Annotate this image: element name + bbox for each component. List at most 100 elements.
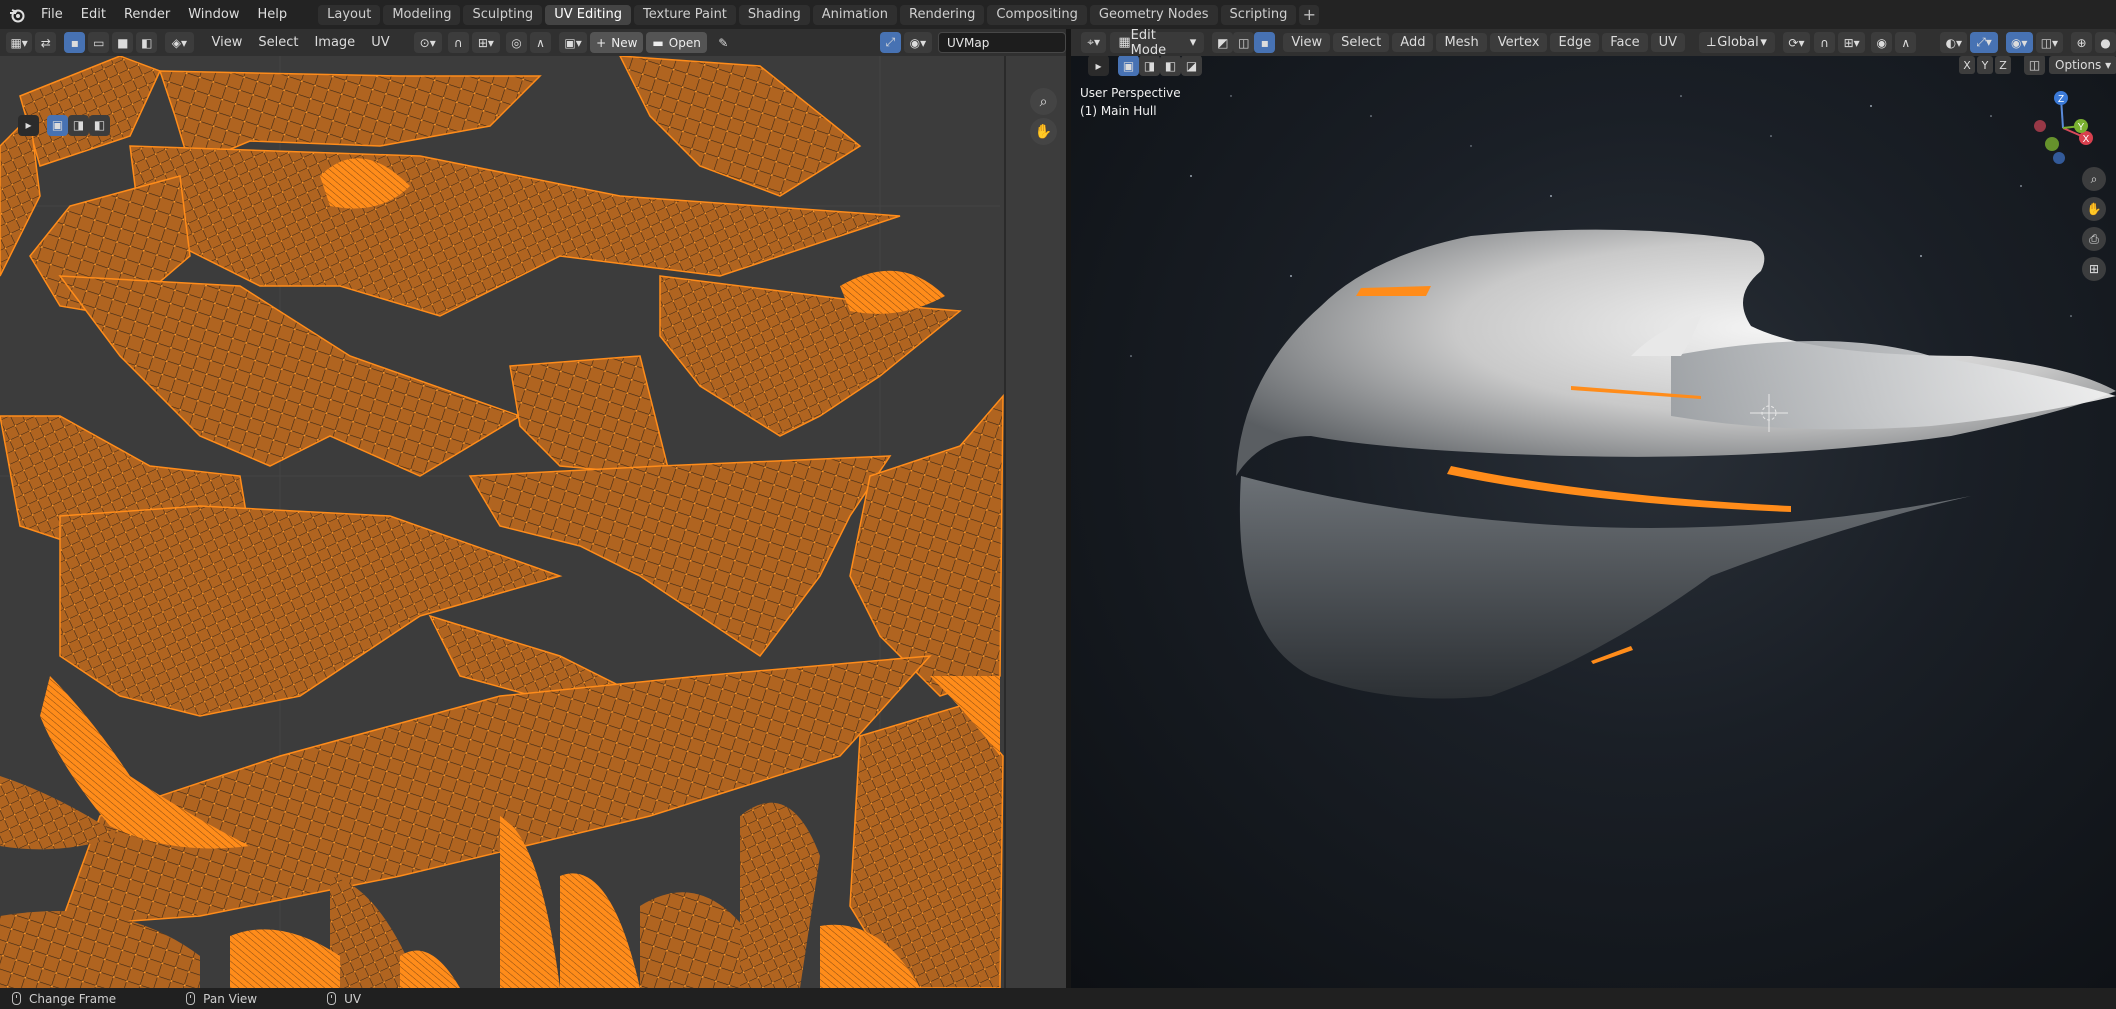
- vp-pan-hand-icon[interactable]: ✋: [2082, 197, 2106, 221]
- xray-icon[interactable]: ◫▾: [2035, 32, 2063, 53]
- vp-select-box-icon[interactable]: ▣: [1118, 56, 1139, 76]
- vp-vertex-select-icon[interactable]: ◩: [1212, 32, 1234, 53]
- sync-selection-icon[interactable]: ⇄: [35, 32, 57, 53]
- vp-select-subtract-icon[interactable]: ◧: [1160, 56, 1181, 76]
- menu-window[interactable]: Window: [179, 4, 248, 25]
- axis-z-button[interactable]: Z: [1995, 56, 2011, 74]
- uv-menu-uv[interactable]: UV: [363, 33, 397, 52]
- status-change-frame-label: Change Frame: [29, 991, 117, 1006]
- tab-layout[interactable]: Layout: [318, 4, 381, 25]
- object-name-label: (1) Main Hull: [1080, 104, 1157, 118]
- tab-texture-paint[interactable]: Texture Paint: [634, 4, 736, 25]
- vp-menu-uv[interactable]: UV: [1650, 33, 1686, 52]
- overlay-toggle-icon[interactable]: ◉▾: [903, 32, 933, 53]
- vp-select-invert-icon[interactable]: ◪: [1181, 56, 1202, 76]
- uv-menu-image[interactable]: Image: [306, 33, 363, 52]
- status-change-frame: Change Frame: [12, 992, 116, 1006]
- tab-uv-editing[interactable]: UV Editing: [545, 4, 632, 25]
- vp-proportional-edit-icon[interactable]: ◉: [1871, 32, 1893, 53]
- menu-render[interactable]: Render: [115, 4, 179, 25]
- pivot-icon[interactable]: ⊙▾: [413, 32, 442, 53]
- vp-menu-edge[interactable]: Edge: [1550, 33, 1600, 52]
- snap-target-icon[interactable]: ⊞▾: [471, 32, 500, 53]
- menu-help[interactable]: Help: [249, 4, 297, 25]
- plus-icon: +: [596, 35, 607, 50]
- vp-snap-icon[interactable]: ∩: [1814, 32, 1836, 53]
- viewport-tool-toggle-icon[interactable]: ▸: [1088, 56, 1109, 76]
- uvmap-field[interactable]: UVMap: [938, 32, 1066, 53]
- vp-menu-face[interactable]: Face: [1602, 33, 1648, 52]
- viewport-header: ⌖▾ ▦ Edit Mode ▾ ◩ ◫ ▪ View Select Add Mes…: [1071, 28, 2116, 58]
- snap-icon[interactable]: ∩: [447, 32, 469, 53]
- vp-menu-add[interactable]: Add: [1392, 33, 1434, 52]
- falloff-icon[interactable]: ∧: [529, 32, 551, 53]
- new-image-button[interactable]: + New: [590, 32, 644, 53]
- uv-menu-view[interactable]: View: [204, 33, 251, 52]
- menu-file[interactable]: File: [32, 4, 72, 25]
- pin-icon[interactable]: ✎: [713, 32, 734, 53]
- proportional-edit-icon[interactable]: ◎: [505, 32, 527, 53]
- navigation-gizmo[interactable]: Z X Y: [2026, 86, 2096, 166]
- uv-menu-select[interactable]: Select: [250, 33, 306, 52]
- viewport-editor-type-icon[interactable]: ⌖▾: [1081, 32, 1107, 53]
- select-extend-icon[interactable]: ◨: [68, 114, 89, 136]
- vp-menu-select[interactable]: Select: [1333, 33, 1390, 52]
- open-image-button[interactable]: ▬ Open: [646, 32, 707, 53]
- vp-zoom-icon[interactable]: ⌕: [2082, 167, 2106, 191]
- editor-type-icon[interactable]: ▦▾: [6, 32, 33, 53]
- uv-editor-canvas[interactable]: ▸ ▣ ◨ ◧ ⌕ ✋: [0, 56, 1066, 988]
- ortho-grid-icon[interactable]: ⊞: [2082, 257, 2106, 281]
- visibility-icon[interactable]: ◐▾: [1940, 32, 1968, 53]
- vp-edge-select-icon[interactable]: ◫: [1233, 32, 1255, 53]
- uv-selection-tools: ▸ ▣ ◨ ◧: [6, 114, 110, 136]
- image-browse-icon[interactable]: ▣▾: [558, 32, 588, 53]
- tab-shading[interactable]: Shading: [738, 4, 810, 25]
- mode-dropdown[interactable]: ▦ Edit Mode ▾: [1110, 28, 1205, 58]
- vp-face-select-icon[interactable]: ▪: [1254, 32, 1276, 53]
- tab-compositing[interactable]: Compositing: [987, 4, 1087, 25]
- menu-edit[interactable]: Edit: [72, 4, 115, 25]
- tool-panel-toggle-icon[interactable]: ▸: [18, 114, 39, 136]
- select-subtract-icon[interactable]: ◧: [89, 114, 110, 136]
- vp-select-extend-icon[interactable]: ◨: [1139, 56, 1160, 76]
- mouse-right-icon: [327, 992, 337, 1005]
- tab-scripting[interactable]: Scripting: [1220, 4, 1297, 25]
- island-select-icon[interactable]: ◧: [136, 32, 158, 53]
- camera-view-icon[interactable]: ⎙: [2082, 227, 2106, 251]
- vp-snap-target-icon[interactable]: ⊞▾: [1838, 32, 1866, 53]
- axis-y-button[interactable]: Y: [1977, 56, 1993, 74]
- vp-menu-view[interactable]: View: [1283, 33, 1331, 52]
- add-workspace-button[interactable]: +: [1299, 4, 1320, 25]
- select-box-icon[interactable]: ▣: [47, 114, 68, 136]
- options-dropdown[interactable]: Options ▾: [2049, 56, 2116, 74]
- edit-mode-icon: ▦: [1118, 35, 1131, 50]
- 3d-viewport[interactable]: User Perspective (1) Main Hull ▸ ▣ ◨ ◧ ◪…: [1071, 56, 2116, 988]
- vp-menu-vertex[interactable]: Vertex: [1489, 33, 1548, 52]
- sticky-selection-icon[interactable]: ◈▾: [165, 32, 194, 53]
- tab-animation[interactable]: Animation: [812, 4, 897, 25]
- solid-shading-icon[interactable]: ●: [2094, 32, 2116, 53]
- vp-menu-mesh[interactable]: Mesh: [1436, 33, 1487, 52]
- wireframe-shading-icon[interactable]: ⊕: [2070, 32, 2092, 53]
- face-select-icon[interactable]: ■: [112, 32, 134, 53]
- tab-modeling[interactable]: Modeling: [383, 4, 461, 25]
- vp-falloff-icon[interactable]: ∧: [1895, 32, 1917, 53]
- axis-x-button[interactable]: X: [1959, 56, 1975, 74]
- transform-orientation-dropdown[interactable]: ⟂ Global ▾: [1699, 32, 1775, 53]
- auto-merge-icon[interactable]: ◫: [2024, 56, 2045, 75]
- tab-geometry-nodes[interactable]: Geometry Nodes: [1089, 4, 1218, 25]
- chevron-down-icon: ▾: [2101, 58, 2112, 72]
- gizmo-toggle-icon[interactable]: ⤢: [879, 32, 901, 53]
- tab-sculpting[interactable]: Sculpting: [463, 4, 543, 25]
- pan-hand-icon[interactable]: ✋: [1030, 118, 1057, 145]
- vp-overlay-toggle-icon[interactable]: ◉▾: [2005, 32, 2033, 53]
- zoom-icon[interactable]: ⌕: [1030, 88, 1057, 115]
- perspective-label: User Perspective: [1080, 86, 1181, 100]
- mirror-axis-buttons: X Y Z: [1959, 56, 2011, 74]
- vp-pivot-icon[interactable]: ⟳▾: [1782, 32, 1811, 53]
- edge-select-icon[interactable]: ▭: [88, 32, 110, 53]
- blender-logo-icon[interactable]: [8, 6, 25, 23]
- vertex-select-icon[interactable]: ▪: [64, 32, 86, 53]
- tab-rendering[interactable]: Rendering: [900, 4, 985, 25]
- vp-gizmo-toggle-icon[interactable]: ⤢▾: [1970, 32, 1998, 53]
